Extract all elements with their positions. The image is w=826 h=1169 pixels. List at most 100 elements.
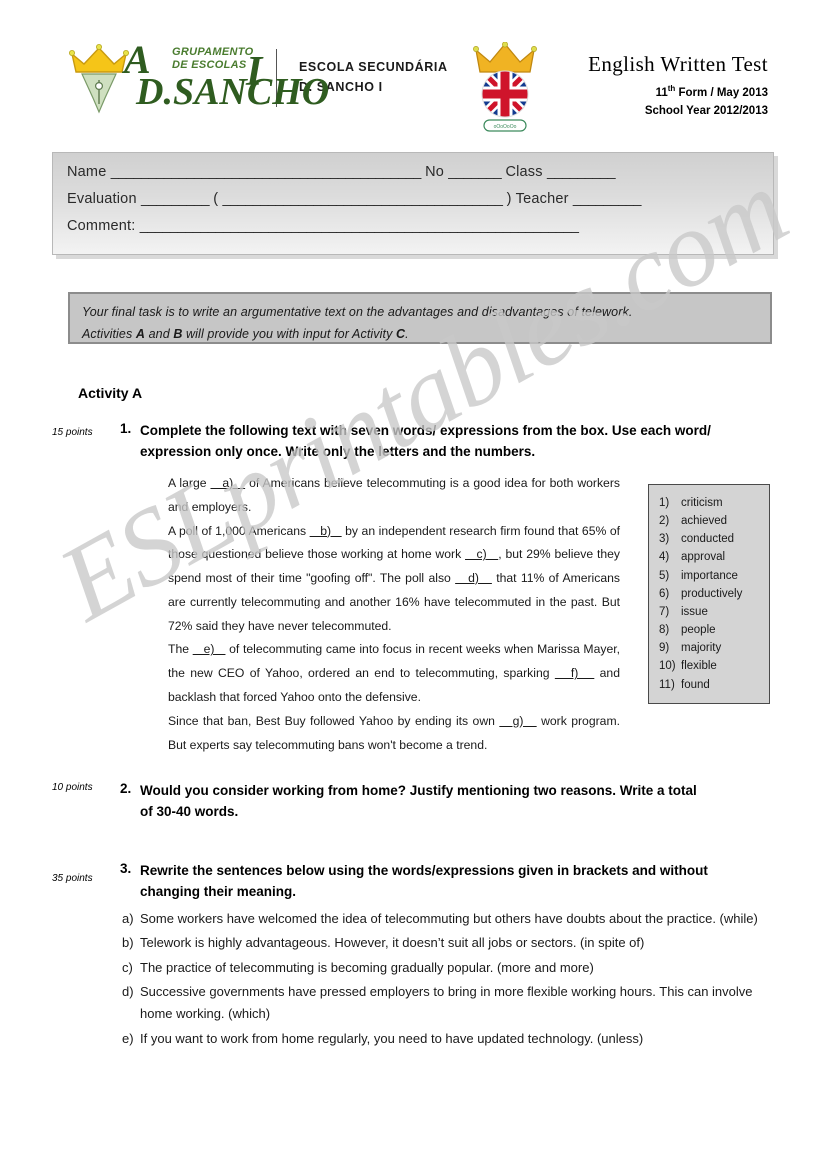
word-number: 1) xyxy=(659,497,670,509)
task-activity-a: A xyxy=(135,326,146,341)
word-bank-item[interactable]: 11) found xyxy=(659,676,769,694)
word-number: 5) xyxy=(659,569,670,582)
evaluation-input-rule[interactable]: _________ xyxy=(141,191,210,207)
word-bank-item[interactable]: 3) conducted xyxy=(659,530,769,548)
activity-a-title: Activity A xyxy=(78,385,143,401)
blank-g[interactable]: g) xyxy=(499,714,536,728)
item-letter: d) xyxy=(122,984,134,1000)
passage-p1-a: A large xyxy=(168,476,211,490)
evaluation-label: Evaluation xyxy=(67,191,137,207)
word-bank-item[interactable]: 7) issue xyxy=(659,603,769,621)
word-number: 9) xyxy=(659,642,670,655)
item-text: If you want to work from home regularly,… xyxy=(140,1030,644,1046)
agrupamento-text: GRUPAMENTO DE ESCOLAS xyxy=(172,46,253,71)
student-info-box: Name ___________________________________… xyxy=(52,152,774,255)
blank-b[interactable]: b) xyxy=(310,524,342,538)
word-bank-item[interactable]: 2) achieved xyxy=(659,512,769,530)
comment-input-rule[interactable]: ________________________________________… xyxy=(140,218,579,234)
item-letter: c) xyxy=(122,959,133,975)
question-3-number: 3. xyxy=(120,861,132,876)
passage-paragraph-3: The e) of telecommuting came into focus … xyxy=(168,638,620,709)
list-item: c) The practice of telecommuting is becom… xyxy=(122,957,782,979)
word-bank-item[interactable]: 1) criticism xyxy=(659,494,769,512)
word-label: flexible xyxy=(681,660,717,673)
item-text: Telework is highly advantageous. However… xyxy=(140,935,645,951)
no-input-rule[interactable]: _______ xyxy=(448,164,501,180)
question-1-text: Complete the following text with seven w… xyxy=(140,423,711,459)
class-input-rule[interactable]: _________ xyxy=(547,164,616,180)
form-date: Form / May 2013 xyxy=(675,86,769,99)
item-letter: b) xyxy=(122,935,134,951)
word-number: 10) xyxy=(659,660,676,673)
comment-row: Comment: _______________________________… xyxy=(67,218,759,234)
final-task-box: Your final task is to write an argumenta… xyxy=(68,292,772,344)
school-logo-area: A D.SANCHO GRUPAMENTO DE ESCOLAS I ESCOL… xyxy=(68,40,448,115)
passage-p4-a: Since that ban, Best Buy followed Yahoo … xyxy=(168,713,500,728)
question-2-number: 2. xyxy=(120,781,132,796)
word-label: people xyxy=(681,624,716,637)
cloze-passage: A large a) of Americans believe telecomm… xyxy=(168,472,620,757)
comment-label: Comment: xyxy=(67,218,136,234)
name-label: Name xyxy=(67,164,107,180)
list-item: a) Some workers have welcomed the idea of… xyxy=(122,908,782,930)
question-1-number: 1. xyxy=(120,421,132,436)
list-item: e) If you want to work from home regularl… xyxy=(122,1028,782,1050)
name-input-rule[interactable]: ________________________________________… xyxy=(111,164,422,180)
word-bank-item[interactable]: 8) people xyxy=(659,621,769,639)
passage-p3-b: of telecommuting came into focus in rece… xyxy=(168,642,620,681)
word-label: approval xyxy=(681,551,726,564)
word-number: 6) xyxy=(659,587,670,600)
evaluation-row: Evaluation _________ ( _________________… xyxy=(67,191,759,207)
teacher-input-rule[interactable]: _________ xyxy=(573,191,642,207)
passage-paragraph-4: Since that ban, Best Buy followed Yahoo … xyxy=(168,710,620,758)
blank-d[interactable]: d) xyxy=(455,571,492,585)
agrupamento-logo: A D.SANCHO GRUPAMENTO DE ESCOLAS I xyxy=(68,40,329,115)
word-label: found xyxy=(681,678,710,691)
class-label: Class xyxy=(505,164,543,180)
word-bank-item[interactable]: 4) approval xyxy=(659,548,769,566)
word-bank-item[interactable]: 6) productively xyxy=(659,585,769,603)
word-number: 4) xyxy=(659,551,670,564)
page-header: A D.SANCHO GRUPAMENTO DE ESCOLAS I ESCOL… xyxy=(0,0,826,140)
word-label: conducted xyxy=(681,533,735,546)
word-number: 2) xyxy=(659,515,670,528)
word-bank-item[interactable]: 5) importance xyxy=(659,567,769,585)
rewrite-items-list: a) Some workers have welcomed the idea of… xyxy=(122,908,782,1052)
word-bank-item[interactable]: 9) majority xyxy=(659,639,769,657)
list-item: d) Successive governments have pressed em… xyxy=(122,981,782,1026)
blank-c[interactable]: c) xyxy=(465,547,498,561)
word-bank-item[interactable]: 10) flexible xyxy=(659,657,769,675)
list-item: b) Telework is highly advantageous. Howev… xyxy=(122,932,782,954)
teacher-label: Teacher xyxy=(515,191,569,207)
item-text: The practice of telecommuting is becomin… xyxy=(140,959,594,975)
crown-union-jack-icon: oOoOoOo xyxy=(473,42,537,132)
agrupamento-line-1: GRUPAMENTO xyxy=(172,46,254,58)
task-post: will provide you with input for Activity xyxy=(182,326,397,341)
word-number: 7) xyxy=(659,605,670,618)
task-line-2: Activities A and B will provide you with… xyxy=(82,324,758,346)
form-and-date: 11th Form / May 2013 xyxy=(588,84,768,99)
form-number: 11 xyxy=(655,86,668,99)
task-pre: Activities xyxy=(82,326,136,341)
passage-p3-a: The xyxy=(168,642,193,657)
logo-letter-i: I xyxy=(246,49,263,95)
item-text: Some workers have welcomed the idea of t… xyxy=(140,911,758,926)
school-year: School Year 2012/2013 xyxy=(644,104,768,117)
blank-f[interactable]: f) xyxy=(555,666,594,680)
word-number: 8) xyxy=(659,624,670,637)
item-letter: a) xyxy=(122,911,134,926)
evaluation-comment-rule[interactable]: _____________________________________ xyxy=(223,191,503,207)
worksheet-page: A D.SANCHO GRUPAMENTO DE ESCOLAS I ESCOL… xyxy=(0,0,826,1169)
word-bank-box: 1) criticism 2) achieved 3) conducted 4) app… xyxy=(648,484,770,704)
word-label: achieved xyxy=(681,515,728,528)
word-label: importance xyxy=(681,569,738,582)
blank-e[interactable]: e) xyxy=(193,642,226,656)
item-letter: e) xyxy=(122,1030,134,1046)
question-1-points: 15 points xyxy=(52,427,93,438)
word-number: 11) xyxy=(659,678,675,691)
name-row: Name ___________________________________… xyxy=(67,164,759,180)
blank-a[interactable]: a) xyxy=(210,476,245,490)
logo-letter-d: D.SANCHO xyxy=(136,70,330,113)
task-end: . xyxy=(405,326,409,341)
task-line-1: Your final task is to write an argumenta… xyxy=(82,305,633,319)
